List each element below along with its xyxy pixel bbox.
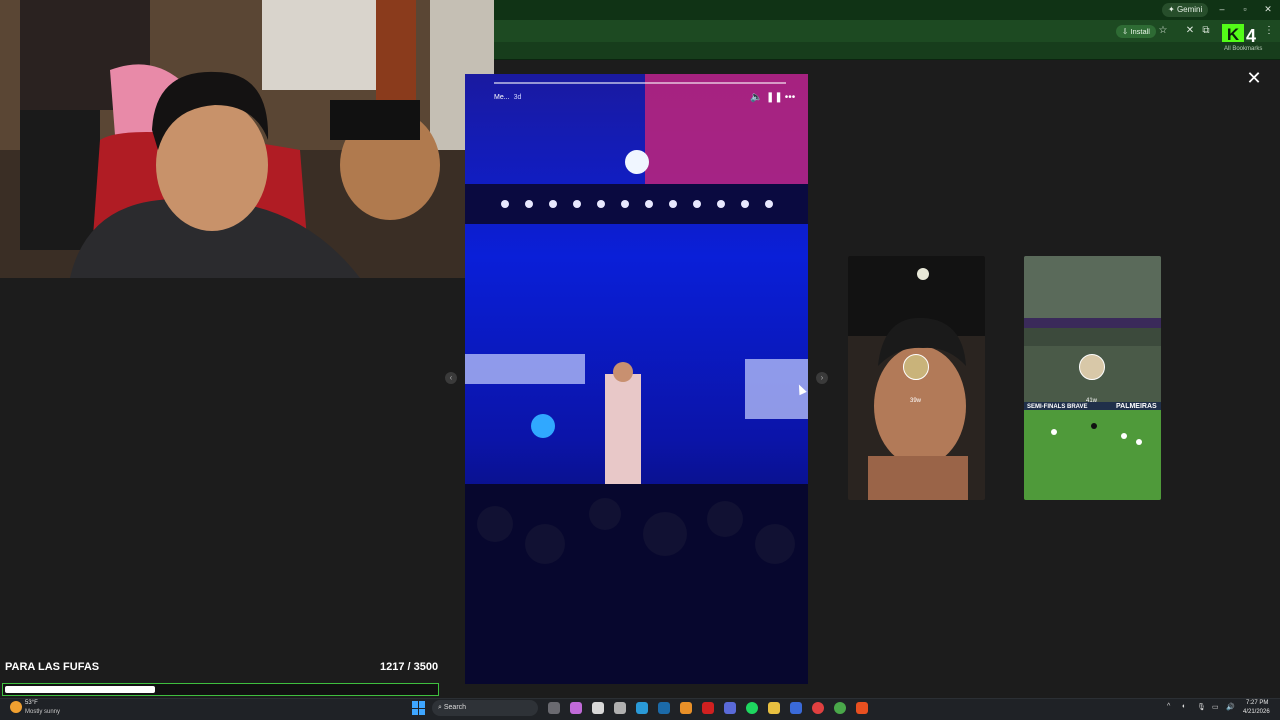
edge-icon[interactable] bbox=[636, 702, 648, 714]
more-options-icon[interactable]: ••• bbox=[784, 92, 796, 103]
puzzle-extensions-icon[interactable]: ⧉ bbox=[1200, 25, 1212, 37]
maximize-icon[interactable]: ▫ bbox=[1238, 4, 1252, 14]
install-label: Install bbox=[1130, 27, 1150, 36]
taskbar-search[interactable]: ⌕ Search bbox=[432, 700, 538, 716]
search-placeholder: Search bbox=[443, 704, 467, 711]
story-progress-bar bbox=[494, 82, 786, 84]
volume-icon[interactable]: 🔊 bbox=[1226, 703, 1235, 711]
steam-icon[interactable] bbox=[658, 702, 670, 714]
menu-dots-icon[interactable]: ⋮ bbox=[1263, 25, 1275, 37]
task-view-icon[interactable] bbox=[548, 702, 560, 714]
windows-logo-icon bbox=[412, 701, 418, 708]
goal-count: 1217 / 3500 bbox=[380, 661, 439, 673]
story-video-frame bbox=[465, 74, 808, 684]
story-avatar-2[interactable] bbox=[1079, 354, 1105, 380]
spotify-icon[interactable] bbox=[746, 702, 758, 714]
mute-icon[interactable]: 🔈 bbox=[750, 92, 762, 103]
blue-app-icon[interactable] bbox=[790, 702, 802, 714]
brave-icon[interactable] bbox=[856, 702, 868, 714]
story-age: 3d bbox=[513, 94, 522, 101]
clock-time[interactable]: 7:27 PM bbox=[1246, 700, 1268, 706]
calendar-icon[interactable] bbox=[592, 702, 604, 714]
story-video[interactable] bbox=[465, 74, 808, 684]
weather-description[interactable]: Mostly sunny bbox=[25, 709, 60, 715]
previous-story-icon[interactable]: ‹ bbox=[445, 372, 457, 384]
copilot-icon[interactable] bbox=[570, 702, 582, 714]
story-avatar-1[interactable] bbox=[903, 354, 929, 380]
screen: ✦ Gemini – ▫ ✕ ⇩ Install ☆ ✕ ⧉ K 4 ⋮ All… bbox=[0, 0, 1280, 720]
obs-icon[interactable] bbox=[812, 702, 824, 714]
network-icon[interactable]: ▭ bbox=[1212, 703, 1219, 711]
goal-progress-fill bbox=[5, 686, 155, 693]
next-story-icon[interactable]: › bbox=[816, 372, 828, 384]
webcam-feed bbox=[0, 0, 494, 278]
discord-icon[interactable] bbox=[724, 702, 736, 714]
window-close-icon[interactable]: ✕ bbox=[1261, 4, 1275, 15]
bookmarks-bar bbox=[494, 42, 1280, 60]
thumbnail-2-banner-right: PALMEIRAS bbox=[1116, 403, 1157, 410]
thumbnail-2-banner-left: SEMI-FINALS BRAVE bbox=[1027, 404, 1088, 410]
all-bookmarks-link[interactable]: All Bookmarks bbox=[1224, 46, 1262, 52]
chrome-active-icon[interactable] bbox=[834, 702, 846, 714]
tray-overflow-icon[interactable]: ^ bbox=[1167, 703, 1170, 710]
microphone-icon[interactable]: 🎙 bbox=[1197, 703, 1206, 711]
vlc-icon[interactable] bbox=[680, 702, 692, 714]
chrome-icon[interactable] bbox=[614, 702, 626, 714]
weather-sun-icon[interactable] bbox=[10, 701, 22, 713]
tray-app-icon[interactable]: ◐ bbox=[1182, 703, 1186, 710]
thumbnail-2-age: 41w bbox=[1086, 398, 1098, 404]
extension-icon[interactable]: ✕ bbox=[1184, 25, 1196, 37]
gemini-label: Gemini bbox=[1176, 5, 1203, 14]
webcam-scene bbox=[0, 0, 494, 278]
gemini-button[interactable]: ✦ Gemini bbox=[1162, 3, 1209, 17]
thumbnail-1-age: 39w bbox=[910, 398, 922, 404]
red-app-icon[interactable] bbox=[702, 702, 714, 714]
install-app-button[interactable]: ⇩ Install bbox=[1116, 25, 1156, 38]
minimize-icon[interactable]: – bbox=[1215, 4, 1229, 14]
story-username[interactable]: Me... bbox=[494, 94, 510, 101]
star-bookmark-icon[interactable]: ☆ bbox=[1157, 25, 1169, 37]
story-header: Me... 3d bbox=[494, 94, 521, 101]
weather-temperature[interactable]: 53°F bbox=[25, 700, 38, 706]
start-button[interactable] bbox=[412, 701, 426, 715]
goal-progress-track bbox=[2, 683, 439, 696]
pause-icon[interactable]: ❚❚ bbox=[766, 92, 783, 103]
close-icon[interactable]: ✕ bbox=[1244, 68, 1264, 88]
file-explorer-icon[interactable] bbox=[768, 702, 780, 714]
goal-title: PARA LAS FUFAS bbox=[5, 661, 100, 673]
clock-date[interactable]: 4/21/2026 bbox=[1243, 709, 1270, 715]
